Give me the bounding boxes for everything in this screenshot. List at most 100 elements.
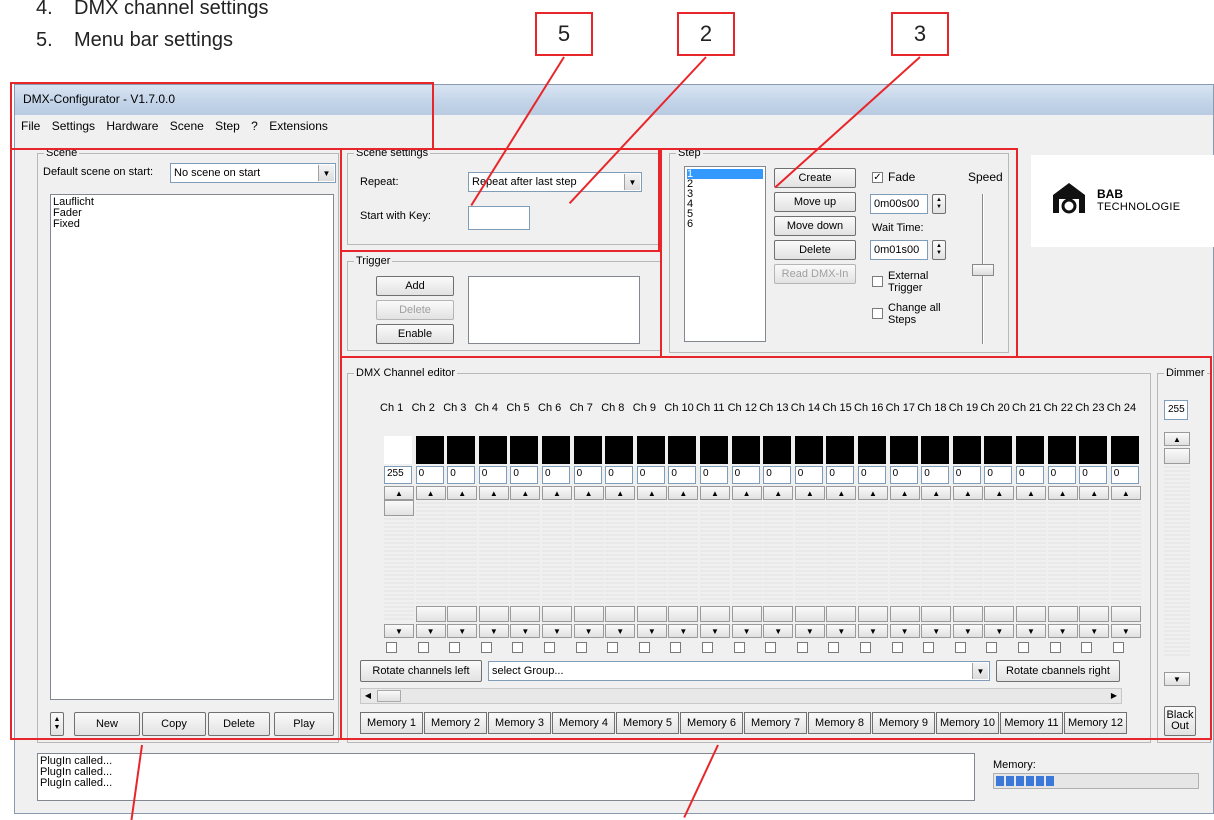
channel-slider-thumb[interactable]	[573, 606, 604, 622]
channel-value-input[interactable]: 0	[731, 466, 760, 484]
scroll-right-icon[interactable]: ▶	[1107, 689, 1121, 703]
channel-value-input[interactable]: 0	[542, 466, 570, 484]
channel-up-icon[interactable]: ▲	[415, 486, 446, 500]
channel-slider-thumb[interactable]	[668, 606, 699, 622]
repeat-select[interactable]: Repeat after last step ▼	[468, 172, 642, 192]
channel-checkbox[interactable]	[796, 642, 808, 653]
memory-button[interactable]: Memory 2	[424, 712, 487, 734]
channel-up-icon[interactable]: ▲	[447, 486, 478, 500]
new-scene-button[interactable]: New	[74, 712, 140, 736]
channel-up-icon[interactable]: ▲	[889, 486, 920, 500]
channel-down-icon[interactable]: ▼	[858, 624, 888, 638]
channel-value-input[interactable]: 0	[605, 466, 634, 484]
channel-slider-track[interactable]	[984, 500, 1015, 622]
external-trigger-checkbox[interactable]	[872, 276, 883, 287]
menu-file[interactable]: File	[21, 119, 40, 133]
channel-value-input[interactable]: 0	[510, 466, 539, 484]
channel-slider-thumb[interactable]	[636, 606, 667, 622]
menu-extensions[interactable]: Extensions	[269, 119, 328, 133]
list-item[interactable]: 4	[687, 199, 763, 210]
channel-checkbox[interactable]	[986, 642, 998, 653]
channel-slider-track[interactable]	[1047, 500, 1078, 622]
channel-slider-track[interactable]	[700, 500, 730, 622]
speed-slider-thumb[interactable]	[972, 264, 994, 276]
channel-slider-thumb[interactable]	[542, 606, 572, 622]
channel-checkbox[interactable]	[638, 642, 650, 653]
channel-value-input[interactable]: 0	[1016, 466, 1044, 484]
memory-button[interactable]: Memory 4	[552, 712, 615, 734]
channel-down-icon[interactable]: ▼	[478, 624, 509, 638]
delete-trigger-button[interactable]: Delete	[376, 300, 454, 320]
memory-button[interactable]: Memory 5	[616, 712, 679, 734]
channel-slider-track[interactable]	[889, 500, 920, 622]
channel-value-input[interactable]: 255	[384, 466, 412, 484]
add-trigger-button[interactable]: Add	[376, 276, 454, 296]
fade-time-spinner[interactable]: ▲ ▼	[932, 194, 946, 214]
channel-slider-thumb[interactable]	[921, 606, 952, 622]
channel-slider-thumb[interactable]	[763, 606, 794, 622]
channel-down-icon[interactable]: ▼	[1047, 624, 1078, 638]
channel-slider-track[interactable]	[510, 500, 541, 622]
channel-up-icon[interactable]: ▲	[542, 486, 572, 500]
channel-down-icon[interactable]: ▼	[447, 624, 478, 638]
memory-button[interactable]: Memory 12	[1064, 712, 1127, 734]
channel-checkbox[interactable]	[954, 642, 966, 653]
channel-down-icon[interactable]: ▼	[889, 624, 920, 638]
channel-value-input[interactable]: 0	[1079, 466, 1108, 484]
list-item[interactable]: 3	[687, 189, 763, 200]
channel-up-icon[interactable]: ▲	[1110, 486, 1141, 500]
channel-slider-track[interactable]	[447, 500, 478, 622]
channel-checkbox[interactable]	[828, 642, 840, 653]
channel-checkbox[interactable]	[923, 642, 935, 653]
channel-slider-track[interactable]	[478, 500, 509, 622]
start-key-input[interactable]	[468, 206, 530, 230]
channel-slider-thumb[interactable]	[447, 606, 478, 622]
channel-slider-thumb[interactable]	[384, 500, 414, 516]
memory-button[interactable]: Memory 7	[744, 712, 807, 734]
channel-slider-thumb[interactable]	[1079, 606, 1110, 622]
channel-down-icon[interactable]: ▼	[1016, 624, 1046, 638]
channel-checkbox[interactable]	[575, 642, 587, 653]
channel-value-input[interactable]: 0	[794, 466, 823, 484]
dimmer-slider-thumb[interactable]	[1164, 448, 1190, 464]
group-select[interactable]: select Group... ▼	[488, 661, 990, 681]
trigger-list[interactable]	[468, 276, 640, 344]
channel-slider-thumb[interactable]	[858, 606, 888, 622]
list-item[interactable]: Fader	[53, 208, 331, 219]
channel-down-icon[interactable]: ▼	[921, 624, 952, 638]
channel-up-icon[interactable]: ▲	[984, 486, 1015, 500]
channel-checkbox[interactable]	[891, 642, 903, 653]
channel-slider-track[interactable]	[794, 500, 825, 622]
channel-up-icon[interactable]: ▲	[700, 486, 730, 500]
channel-value-input[interactable]: 0	[700, 466, 728, 484]
channel-down-icon[interactable]: ▼	[668, 624, 699, 638]
channel-down-icon[interactable]: ▼	[510, 624, 541, 638]
channel-up-icon[interactable]: ▲	[668, 486, 699, 500]
channel-slider-thumb[interactable]	[605, 606, 636, 622]
channel-down-icon[interactable]: ▼	[542, 624, 572, 638]
channel-up-icon[interactable]: ▲	[731, 486, 762, 500]
channel-slider-track[interactable]	[952, 500, 983, 622]
channel-down-icon[interactable]: ▼	[1079, 624, 1110, 638]
wait-time-spinner[interactable]: ▲ ▼	[932, 240, 946, 260]
channel-slider-track[interactable]	[668, 500, 699, 622]
menu-hardware[interactable]: Hardware	[106, 119, 158, 133]
channel-value-input[interactable]: 0	[826, 466, 855, 484]
dimmer-up-icon[interactable]: ▲	[1164, 432, 1190, 446]
channel-value-input[interactable]: 0	[573, 466, 602, 484]
channel-slider-thumb[interactable]	[984, 606, 1015, 622]
list-item[interactable]: Lauflicht	[53, 197, 331, 208]
channel-value-input[interactable]: 0	[921, 466, 950, 484]
channel-checkbox[interactable]	[512, 642, 524, 653]
blackout-button[interactable]: Black Out	[1164, 706, 1196, 736]
change-all-checkbox[interactable]	[872, 308, 883, 319]
rotate-left-button[interactable]: Rotate channels left	[360, 660, 482, 682]
channel-value-input[interactable]: 0	[889, 466, 918, 484]
memory-button[interactable]: Memory 11	[1000, 712, 1063, 734]
channel-value-input[interactable]: 0	[636, 466, 665, 484]
memory-button[interactable]: Memory 3	[488, 712, 551, 734]
channel-slider-thumb[interactable]	[478, 606, 509, 622]
channel-slider-thumb[interactable]	[952, 606, 983, 622]
channel-checkbox[interactable]	[1112, 642, 1124, 653]
channel-checkbox[interactable]	[1081, 642, 1093, 653]
